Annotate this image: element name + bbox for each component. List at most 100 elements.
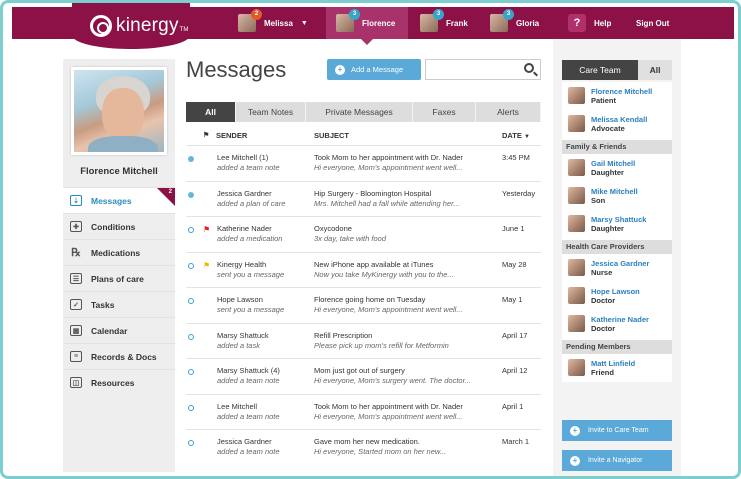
invite-care-team-button[interactable]: + Invite to Care Team — [562, 420, 672, 441]
member-name[interactable]: Katherine Nader — [591, 315, 649, 324]
member-name[interactable]: Hope Lawson — [591, 287, 640, 296]
member-name[interactable]: Mike Mitchell — [591, 187, 638, 196]
read-dot-icon[interactable] — [188, 369, 194, 375]
search-icon[interactable] — [524, 63, 534, 73]
top-bar: kinergy TM 2 Melissa ▼ 3 Florence 3 Fran… — [12, 3, 734, 49]
user-tab-label: Melissa — [264, 18, 293, 28]
help-link[interactable]: ? Help — [568, 7, 618, 39]
member-item[interactable]: Marsy Shattuck Daughter — [562, 210, 672, 240]
plans-icon: ☰ — [70, 273, 82, 284]
message-subject: Oxycodone — [314, 224, 352, 233]
member-role: Patient — [591, 96, 617, 105]
member-item[interactable]: Gail Mitchell Daughter — [562, 154, 672, 182]
sidebar-item-records-docs[interactable]: ≡ Records & Docs — [63, 343, 175, 369]
user-tab-florence[interactable]: 3 Florence — [326, 7, 408, 45]
table-row[interactable]: Marsy Shattuck (4) added a team note Mom… — [186, 358, 541, 394]
read-dot-icon[interactable] — [188, 404, 194, 411]
kinergy-logo[interactable]: kinergy TM — [72, 3, 190, 49]
sidebar-item-messages[interactable]: ⇣ Messages 2 — [63, 187, 175, 213]
member-item[interactable]: Mike Mitchell Son — [562, 182, 672, 210]
unread-dot-icon[interactable] — [188, 191, 194, 198]
member-item[interactable]: Katherine Nader Doctor — [562, 310, 672, 340]
date-column-header[interactable]: DATE ▼ — [502, 131, 530, 140]
member-item[interactable]: Jessica Gardner Nurse — [562, 254, 672, 282]
plus-icon: + — [570, 425, 580, 436]
table-row[interactable]: Lee Mitchell (1) added a team note Took … — [186, 145, 541, 181]
avatar — [568, 315, 585, 332]
sidebar-item-tasks[interactable]: ✓ Tasks — [63, 291, 175, 317]
avatar — [568, 359, 585, 376]
member-name[interactable]: Marsy Shattuck — [591, 215, 646, 224]
plus-icon: + — [335, 64, 345, 75]
member-item[interactable]: Hope Lawson Doctor — [562, 282, 672, 310]
member-advocate[interactable]: Melissa Kendall Advocate — [562, 110, 672, 140]
sender-column-header[interactable]: SENDER — [216, 131, 247, 140]
subject-column-header[interactable]: SUBJECT — [314, 131, 349, 140]
member-name[interactable]: Matt Linfield — [591, 359, 635, 368]
care-team-sidebar: Care Team All Florence Mitchell Patient … — [553, 39, 681, 476]
table-row[interactable]: Jessica Gardner added a team note Gave m… — [186, 429, 541, 465]
message-date: May 1 — [502, 295, 523, 304]
member-name[interactable]: Melissa Kendall — [591, 115, 647, 124]
read-dot-icon[interactable] — [188, 440, 194, 446]
calendar-icon: ▦ — [70, 325, 82, 336]
message-date: June 1 — [502, 224, 525, 233]
sidebar-item-label: Calendar — [91, 325, 128, 336]
avatar — [568, 187, 585, 204]
member-name[interactable]: Florence Mitchell — [591, 87, 652, 96]
member-patient[interactable]: Florence Mitchell Patient — [562, 82, 672, 110]
invite-navigator-button[interactable]: + Invite a Navigator — [562, 450, 672, 471]
member-item[interactable]: Matt Linfield Friend — [562, 354, 672, 382]
user-tab-melissa[interactable]: 2 Melissa ▼ — [235, 7, 326, 39]
flag-column-icon[interactable]: ⚑ — [203, 131, 209, 139]
message-preview: Hi everyone, Started mom on her new... — [314, 447, 447, 456]
avatar: 3 — [490, 9, 514, 32]
tab-care-team[interactable]: Care Team — [562, 60, 638, 80]
message-action: added a team note — [217, 447, 280, 456]
table-row[interactable]: ⚑ Kinergy Health sent you a message New … — [186, 251, 541, 288]
add-message-button[interactable]: + Add a Message — [327, 59, 421, 80]
read-dot-icon[interactable] — [188, 262, 194, 269]
chevron-down-icon[interactable]: ▼ — [301, 20, 308, 27]
tab-all-members[interactable]: All — [638, 60, 672, 80]
red-flag-icon[interactable]: ⚑ — [203, 225, 210, 234]
message-date: April 12 — [502, 366, 528, 375]
invite-navigator-label: Invite a Navigator — [588, 457, 643, 464]
inbox-icon: ⇣ — [70, 195, 82, 206]
search-input[interactable] — [425, 59, 541, 80]
table-row[interactable]: Jessica Gardner added a plan of care Hip… — [186, 180, 541, 217]
tab-faxes[interactable]: Faxes — [413, 102, 476, 122]
read-dot-icon[interactable] — [188, 227, 194, 233]
sidebar-item-calendar[interactable]: ▦ Calendar — [63, 317, 175, 343]
member-name[interactable]: Jessica Gardner — [591, 259, 649, 268]
sign-out-link[interactable]: Sign Out — [636, 7, 686, 39]
user-tab-frank[interactable]: 3 Frank — [420, 7, 484, 39]
sidebar-item-plans-of-care[interactable]: ☰ Plans of care — [63, 265, 175, 291]
user-tab-gloria[interactable]: 3 Gloria — [490, 7, 556, 39]
table-row[interactable]: Lee Mitchell added a team note Took Mom … — [186, 393, 541, 430]
sidebar-item-resources[interactable]: ◫ Resources — [63, 369, 175, 395]
table-row[interactable]: Marsy Shattuck added a task Refill Presc… — [186, 322, 541, 359]
page-title: Messages — [186, 57, 287, 82]
message-sender: Marsy Shattuck — [217, 330, 269, 340]
read-dot-icon[interactable] — [188, 298, 194, 304]
message-sender: Lee Mitchell (1) — [217, 153, 269, 162]
tab-alerts[interactable]: Alerts — [476, 102, 541, 122]
tab-all[interactable]: All — [186, 102, 236, 122]
notification-badge: 3 — [349, 9, 360, 20]
sidebar-item-conditions[interactable]: ✚ Conditions — [63, 213, 175, 239]
message-sender: Katherine Nader — [217, 224, 272, 233]
yellow-flag-icon[interactable]: ⚑ — [203, 261, 210, 270]
read-dot-icon[interactable] — [188, 333, 194, 340]
message-subject: New iPhone app available at iTunes — [314, 259, 434, 269]
member-role: Daughter — [591, 224, 624, 233]
sidebar-item-medications[interactable]: ℞ Medications — [63, 239, 175, 265]
message-subject: Took Mom to her appointment with Dr. Nad… — [314, 401, 463, 411]
tab-private-messages[interactable]: Private Messages — [306, 102, 413, 122]
tab-team-notes[interactable]: Team Notes — [236, 102, 306, 122]
member-role: Advocate — [591, 124, 625, 133]
member-name[interactable]: Gail Mitchell — [591, 159, 635, 168]
unread-dot-icon[interactable] — [188, 156, 194, 162]
table-row[interactable]: Hope Lawson sent you a message Florence … — [186, 287, 541, 323]
table-row[interactable]: ⚑ Katherine Nader added a medication Oxy… — [186, 216, 541, 252]
